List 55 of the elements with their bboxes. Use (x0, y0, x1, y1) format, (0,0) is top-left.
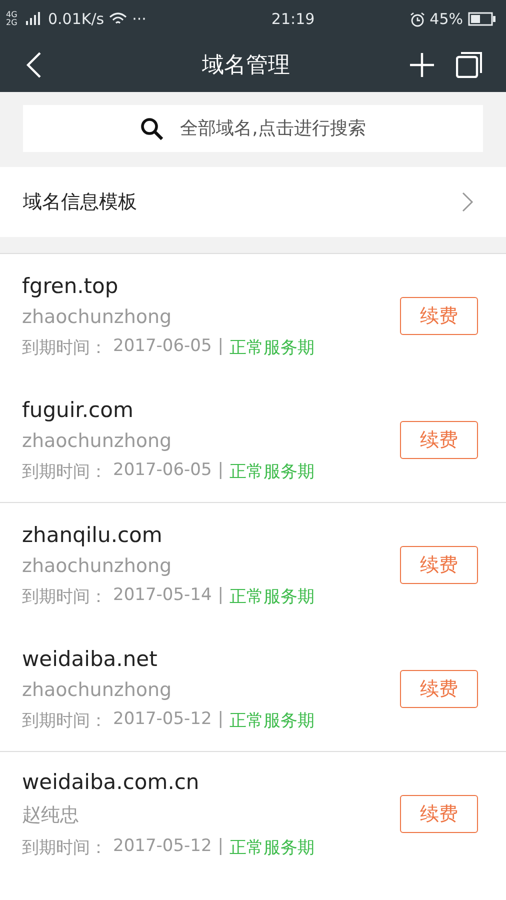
domain-owner: zhaochunzhong (22, 678, 173, 700)
service-status: 正常服务期 (230, 336, 315, 358)
separator: | (218, 336, 224, 358)
service-status: 正常服务期 (230, 710, 315, 732)
renew-button[interactable]: 续费 (400, 670, 478, 708)
domain-owner: zhaochunzhong (22, 306, 173, 328)
domain-name: fgren.top (22, 274, 120, 298)
page-title: 域名管理 (201, 52, 291, 80)
signal-icon (25, 12, 43, 26)
renew-button[interactable]: 续费 (400, 795, 478, 833)
more-indicator: ··· (132, 10, 146, 28)
copy-button[interactable] (456, 52, 482, 78)
back-icon (26, 51, 42, 79)
separator: | (218, 836, 224, 858)
separator: | (218, 708, 224, 730)
domain-owner: zhaochunzhong (22, 554, 173, 576)
battery-icon (468, 12, 496, 26)
chevron-icon (462, 192, 474, 212)
clock-time: 21:19 (271, 10, 315, 28)
expiry-date: 2017-05-12 (113, 836, 212, 858)
service-status: 正常服务期 (230, 586, 315, 608)
back-button[interactable] (26, 51, 42, 79)
plus-icon (410, 53, 434, 77)
alarm-icon (410, 12, 425, 26)
expiry-date: 2017-06-05 (113, 336, 212, 358)
service-status: 正常服务期 (230, 836, 315, 858)
expiry-label: 到期时间： (22, 586, 107, 608)
battery-percent: 45% (430, 10, 463, 28)
expiry-label: 到期时间： (22, 336, 107, 358)
network-speed: 0.01K/s (48, 10, 104, 28)
search-icon (140, 117, 164, 141)
service-status: 正常服务期 (230, 460, 315, 482)
domain-name: weidaiba.com.cn (22, 770, 200, 794)
renew-button[interactable]: 续费 (400, 546, 478, 584)
search-field[interactable]: 全部域名,点击进行搜索 (23, 105, 483, 152)
template-row[interactable]: 域名信息模板 (0, 167, 506, 237)
domain-owner: 赵纯忠 (22, 802, 80, 828)
renew-button[interactable]: 续费 (400, 297, 478, 335)
separator: | (218, 460, 224, 482)
renew-button[interactable]: 续费 (400, 421, 478, 459)
expiry-label: 到期时间： (22, 710, 107, 732)
expiry-date: 2017-05-12 (113, 708, 212, 730)
domain-name: weidaiba.net (22, 646, 158, 670)
expiry-label: 到期时间： (22, 460, 107, 482)
domain-name: zhanqilu.com (22, 522, 164, 546)
add-button[interactable] (410, 53, 434, 77)
expiry-date: 2017-06-05 (113, 460, 212, 482)
copy-icon (456, 52, 482, 78)
expiry-label: 到期时间： (22, 836, 107, 858)
domain-name: fuguir.com (22, 398, 134, 422)
domain-owner: zhaochunzhong (22, 430, 173, 452)
wifi-icon (109, 12, 128, 26)
separator: | (218, 584, 224, 606)
network-type: 4G 2G (6, 11, 18, 27)
expiry-date: 2017-05-14 (113, 584, 212, 606)
